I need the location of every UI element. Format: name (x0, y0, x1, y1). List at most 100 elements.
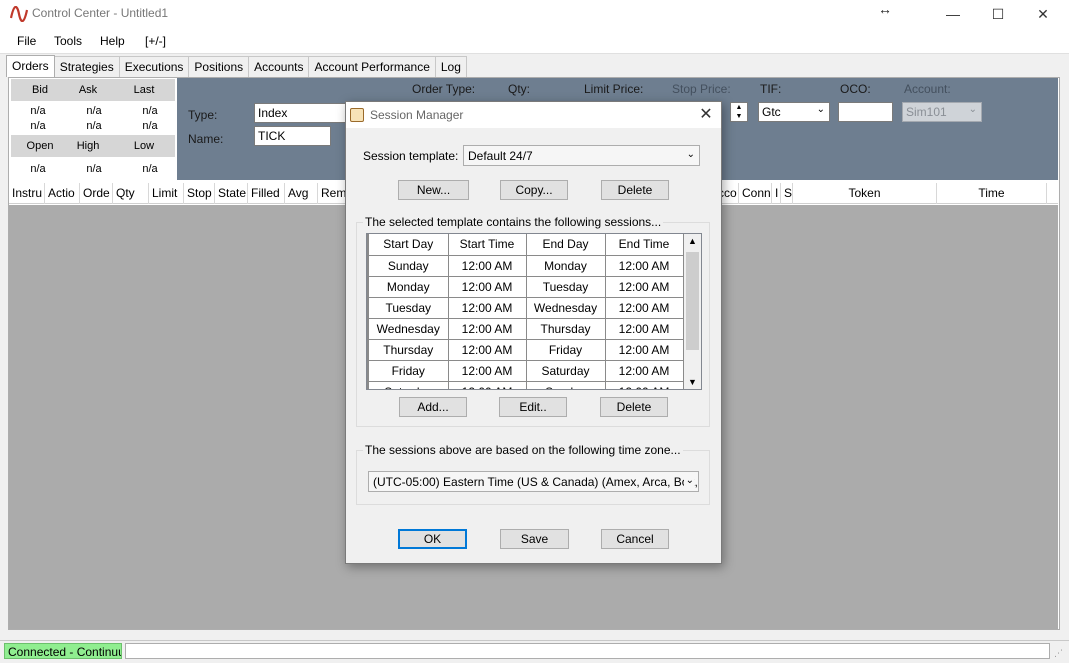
ok-button[interactable]: OK (398, 529, 467, 549)
resize-grip-icon[interactable]: ⋰ (1054, 648, 1066, 660)
stop-price-spinner[interactable]: ▲ ▼ (730, 102, 748, 122)
title-bar: Control Center - Untitled1 ↔ — ☐ ✕ (0, 0, 1069, 28)
name-field[interactable]: TICK (254, 126, 331, 146)
tab-account-performance[interactable]: Account Performance (308, 56, 436, 77)
oco-label: OCO: (840, 82, 871, 96)
menu-help[interactable]: Help (100, 34, 125, 48)
maximize-button[interactable]: ☐ (975, 0, 1021, 28)
open-label: Open (26, 140, 54, 152)
chevron-down-icon: ⌄ (968, 104, 977, 115)
sessions-group-label: The selected template contains the follo… (363, 215, 664, 229)
menu-expand[interactable]: [+/-] (145, 34, 166, 48)
col-qty[interactable]: Qty (113, 183, 149, 204)
col-filled[interactable]: Filled (248, 183, 285, 204)
col-connection[interactable]: Conn (739, 183, 772, 204)
sessions-header-row: Start Day Start Time End Day End Time (367, 234, 684, 256)
end-day-cell: Monday (526, 255, 606, 277)
session-template-label: Session template: (363, 149, 459, 163)
table-row[interactable]: Saturday 12:00 AM Sunday 12:00 AM (367, 381, 684, 389)
col-start-day[interactable]: Start Day (367, 234, 449, 256)
app-logo-icon (10, 6, 28, 22)
col-instrument[interactable]: Instru (9, 183, 45, 204)
sessions-scrollbar[interactable]: ▲ ▼ (684, 234, 701, 389)
delete-template-button[interactable]: Delete (601, 180, 669, 200)
delete-session-button[interactable]: Delete (600, 397, 668, 417)
menu-tools[interactable]: Tools (54, 34, 82, 48)
minimize-button[interactable]: — (930, 0, 976, 28)
qty-label: Qty: (508, 82, 531, 96)
order-type-label: Order Type: (412, 82, 476, 96)
col-avg[interactable]: Avg (285, 183, 318, 204)
table-row[interactable]: Tuesday 12:00 AM Wednesday 12:00 AM (367, 297, 684, 319)
start-day-cell: Saturday (367, 381, 449, 389)
tab-log[interactable]: Log (434, 56, 467, 77)
start-time-cell: 12:00 AM (448, 276, 527, 298)
timezone-select[interactable]: (UTC-05:00) Eastern Time (US & Canada) (… (368, 471, 699, 492)
table-row[interactable]: Friday 12:00 AM Saturday 12:00 AM (367, 360, 684, 382)
col-stop[interactable]: Stop (184, 183, 215, 204)
account-value: Sim101 (906, 105, 947, 119)
tab-positions[interactable]: Positions (188, 56, 250, 77)
open-value: n/a (30, 163, 46, 175)
oco-field[interactable] (838, 102, 893, 122)
session-template-select[interactable]: Default 24/7 ⌄ (463, 145, 700, 166)
edit-session-button[interactable]: Edit.. (499, 397, 567, 417)
end-time-cell: 12:00 AM (605, 318, 684, 340)
col-action[interactable]: Actio (45, 183, 80, 204)
dialog-title: Session Manager (370, 108, 464, 122)
session-manager-dialog: Session Manager ✕ Session template: Defa… (345, 101, 722, 564)
window-title: Control Center - Untitled1 (32, 6, 169, 20)
type-field[interactable]: Index (254, 103, 346, 123)
tif-select[interactable]: Gtc ⌄ (758, 102, 830, 122)
add-session-button[interactable]: Add... (399, 397, 467, 417)
name-label: Name: (188, 132, 224, 146)
col-time[interactable]: Time (937, 183, 1047, 204)
tab-accounts[interactable]: Accounts (248, 56, 310, 77)
col-limit[interactable]: Limit (149, 183, 184, 204)
table-row[interactable]: Thursday 12:00 AM Friday 12:00 AM (367, 339, 684, 361)
start-day-cell: Sunday (367, 255, 449, 277)
col-end-day[interactable]: End Day (526, 234, 606, 256)
tab-executions[interactable]: Executions (118, 56, 190, 77)
table-row[interactable]: Sunday 12:00 AM Monday 12:00 AM (367, 255, 684, 277)
last-value: n/a (142, 105, 158, 117)
scroll-up-icon[interactable]: ▲ (684, 236, 701, 246)
chevron-down-icon: ⌄ (684, 149, 695, 160)
cancel-button[interactable]: Cancel (601, 529, 669, 549)
account-select[interactable]: Sim101 ⌄ (902, 102, 982, 122)
status-bar: Connected - Continuum (0, 640, 1069, 663)
sessions-grid: Start Day Start Time End Day End Time Su… (367, 234, 684, 389)
col-s[interactable]: S (781, 183, 793, 204)
col-order-type[interactable]: Orde (80, 183, 113, 204)
table-row[interactable]: Monday 12:00 AM Tuesday 12:00 AM (367, 276, 684, 298)
close-button[interactable]: ✕ (1020, 0, 1066, 28)
end-day-cell: Tuesday (526, 276, 606, 298)
tab-orders[interactable]: Orders (6, 55, 55, 77)
col-i[interactable]: I (772, 183, 781, 204)
status-message (125, 643, 1050, 659)
end-time-cell: 12:00 AM (605, 381, 684, 389)
scroll-thumb[interactable] (686, 252, 699, 350)
col-start-time[interactable]: Start Time (448, 234, 527, 256)
start-day-cell: Wednesday (367, 318, 449, 340)
sessions-table[interactable]: Start Day Start Time End Day End Time Su… (366, 233, 702, 390)
table-row[interactable]: Wednesday 12:00 AM Thursday 12:00 AM (367, 318, 684, 340)
session-template-value: Default 24/7 (468, 149, 533, 163)
dialog-close-button[interactable]: ✕ (696, 104, 716, 124)
end-day-cell: Thursday (526, 318, 606, 340)
menu-file[interactable]: File (17, 34, 36, 48)
copy-template-button[interactable]: Copy... (500, 180, 568, 200)
col-token[interactable]: Token (793, 183, 937, 204)
start-time-cell: 12:00 AM (448, 255, 527, 277)
last-label: Last (133, 84, 155, 96)
col-state[interactable]: State (215, 183, 248, 204)
quote-box: Bid Ask Last n/a n/a n/a n/a n/a n/a Ope… (9, 78, 175, 180)
col-remaining[interactable]: Rem (318, 183, 348, 204)
save-button[interactable]: Save (500, 529, 569, 549)
scroll-down-icon[interactable]: ▼ (684, 377, 701, 387)
end-day-cell: Friday (526, 339, 606, 361)
new-template-button[interactable]: New... (398, 180, 469, 200)
col-end-time[interactable]: End Time (605, 234, 684, 256)
tab-strategies[interactable]: Strategies (53, 56, 120, 77)
bid-value: n/a (30, 105, 46, 117)
